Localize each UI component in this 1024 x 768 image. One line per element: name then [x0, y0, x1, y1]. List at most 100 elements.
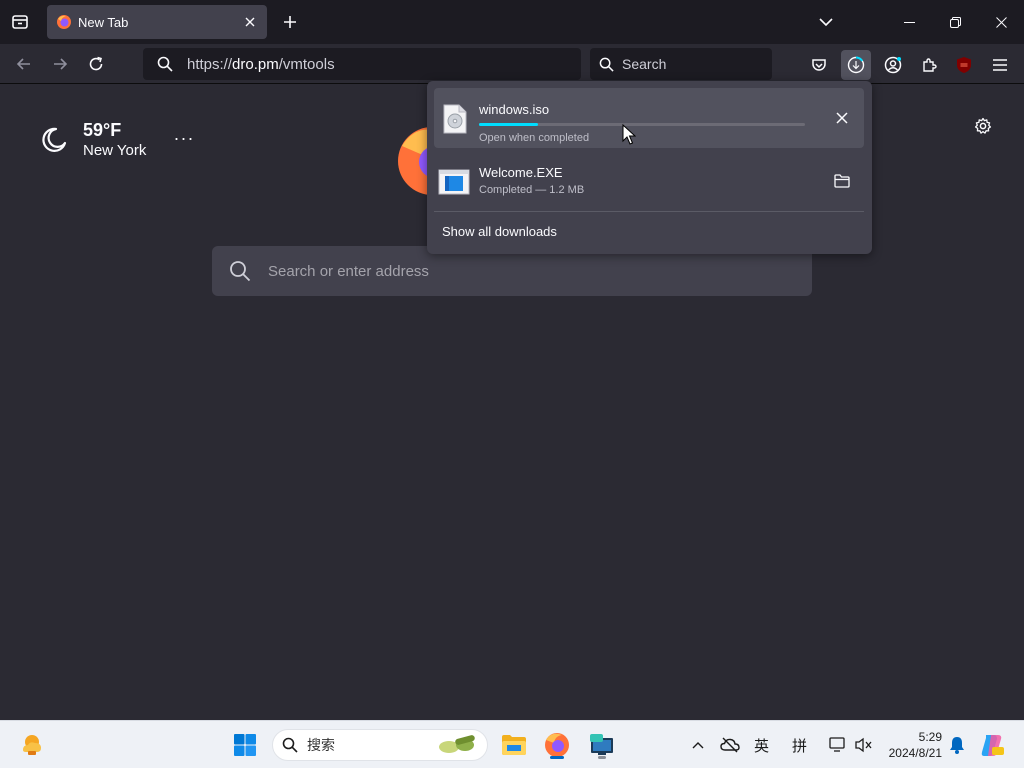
close-icon [245, 17, 255, 27]
widgets-weather-icon [23, 735, 41, 755]
onedrive-button[interactable] [714, 729, 746, 761]
weather-temperature: 59°F [83, 120, 122, 140]
monitor-network-icon [829, 737, 845, 752]
account-icon [884, 56, 902, 74]
pocket-icon [812, 59, 826, 71]
file-explorer-button[interactable] [498, 729, 530, 761]
cancel-download-button[interactable] [830, 106, 854, 130]
cloud-offline-icon [720, 737, 740, 753]
reload-icon [89, 56, 103, 71]
divider [434, 211, 864, 212]
chevron-up-icon [692, 742, 704, 749]
reload-button[interactable] [82, 50, 110, 78]
minimize-icon [903, 21, 915, 23]
firefox-icon [545, 733, 569, 757]
mouse-cursor-icon [622, 124, 636, 145]
downloads-panel: windows.iso Open when completed Welcome.… [427, 81, 872, 254]
download-filename: windows.iso [479, 102, 550, 117]
account-button[interactable] [878, 50, 908, 80]
taskbar-clock[interactable]: 5:29 2024/8/21 [880, 729, 942, 761]
disc-file-icon [443, 104, 467, 134]
minimize-button[interactable] [886, 4, 932, 40]
search-icon [212, 260, 268, 282]
show-hidden-icons-button[interactable] [682, 729, 714, 761]
clock-time: 5:29 [918, 730, 942, 744]
ime-mode-indicator[interactable]: 拼 [792, 735, 807, 756]
show-all-downloads-button[interactable]: Show all downloads [442, 224, 557, 239]
remote-desktop-button[interactable] [586, 729, 618, 761]
search-bar[interactable]: Search [590, 48, 772, 80]
notifications-button[interactable] [941, 729, 973, 761]
firefox-taskbar-button[interactable] [541, 729, 573, 761]
tab-close-button[interactable] [240, 12, 260, 32]
app-menu-button[interactable] [985, 50, 1015, 80]
clock-date: 2024/8/21 [888, 746, 942, 760]
download-item-windows-iso[interactable]: windows.iso Open when completed [434, 88, 864, 148]
list-all-tabs-button[interactable] [814, 10, 838, 34]
chevron-down-icon [819, 18, 833, 27]
ublock-shield-icon [957, 57, 971, 73]
download-progress-bar [479, 123, 805, 126]
puzzle-icon [923, 58, 937, 72]
downloads-button[interactable] [841, 50, 871, 80]
folder-icon [502, 735, 526, 755]
tab-title: New Tab [78, 14, 129, 30]
newtab-search-placeholder: Search or enter address [268, 262, 429, 280]
widgets-button[interactable] [16, 729, 48, 761]
close-window-button[interactable] [978, 4, 1024, 40]
running-indicator [550, 756, 564, 759]
download-progress-icon [847, 56, 865, 74]
extensions-button[interactable] [914, 50, 944, 80]
folder-icon [834, 174, 850, 188]
download-status: Completed — 1.2 MB [479, 184, 585, 196]
pocket-button[interactable] [804, 50, 834, 80]
copilot-button[interactable] [976, 729, 1008, 761]
download-status: Open when completed [479, 132, 590, 144]
download-filename: Welcome.EXE [479, 165, 563, 180]
tab-new-tab[interactable]: New Tab [47, 5, 267, 39]
moon-icon [42, 127, 67, 152]
ublock-origin-button[interactable] [949, 50, 979, 80]
bell-icon [950, 737, 964, 754]
hamburger-menu-icon [993, 59, 1007, 71]
taskbar: 搜索 英 拼 5:29 2024/8/21 [0, 720, 1024, 768]
search-highlight-icon [439, 735, 475, 753]
nav-toolbar: https://dro.pm/vmtools Search [0, 44, 1024, 84]
arrow-right-icon [54, 58, 68, 70]
show-in-folder-button[interactable] [830, 169, 854, 193]
search-bar-placeholder: Search [622, 56, 667, 72]
weather-widget[interactable]: 59°F New York [40, 120, 146, 159]
personalize-settings-button[interactable] [971, 114, 995, 138]
gear-icon [974, 117, 992, 134]
start-button[interactable] [229, 729, 261, 761]
firefox-view-button[interactable] [8, 10, 32, 34]
new-tab-button[interactable] [278, 10, 302, 34]
forward-button[interactable] [46, 50, 74, 78]
taskbar-search-placeholder: 搜索 [307, 737, 335, 753]
download-item-welcome-exe[interactable]: Welcome.EXE Completed — 1.2 MB [434, 151, 864, 211]
close-icon [836, 112, 848, 124]
search-icon [590, 57, 622, 72]
back-button[interactable] [10, 50, 38, 78]
plus-icon [284, 16, 296, 28]
firefox-view-icon [12, 15, 28, 29]
weather-city: New York [83, 142, 147, 159]
monitor-chat-icon [590, 734, 613, 755]
url-bar[interactable]: https://dro.pm/vmtools [143, 48, 581, 80]
ime-language-indicator[interactable]: 英 [754, 735, 769, 756]
restore-icon [949, 16, 961, 28]
url-text[interactable]: https://dro.pm/vmtools [187, 56, 335, 73]
volume-button[interactable] [848, 729, 880, 761]
download-progress-fill [479, 123, 538, 126]
weather-menu-button[interactable]: ··· [172, 129, 196, 153]
restore-button[interactable] [932, 4, 978, 40]
search-icon [273, 737, 307, 753]
firefox-favicon-icon [57, 15, 71, 29]
search-icon [143, 56, 187, 72]
exe-file-icon [438, 169, 470, 195]
arrow-left-icon [16, 58, 30, 70]
windows-logo-icon [234, 734, 256, 756]
copilot-icon [981, 735, 1004, 756]
taskbar-search-box[interactable]: 搜索 [272, 729, 488, 761]
close-icon [995, 16, 1007, 28]
